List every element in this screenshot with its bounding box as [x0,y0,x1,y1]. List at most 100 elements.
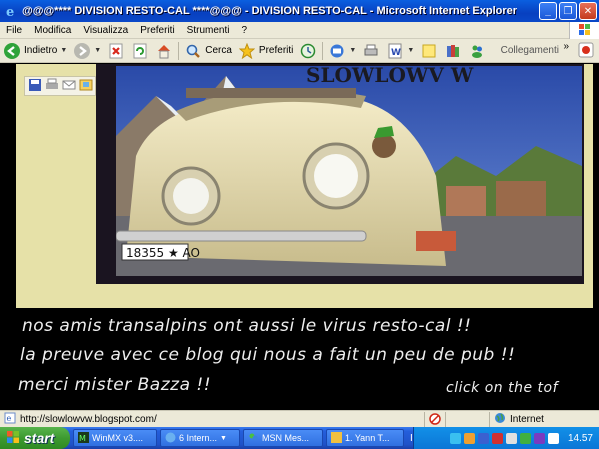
caption-line-1: nos amis transalpins ont aussi le virus … [22,316,472,336]
discuss-button[interactable] [417,40,441,62]
image-toolbar [24,76,96,96]
menu-visualizza[interactable]: Visualizza [77,25,134,36]
left-side-panel [16,64,96,308]
tray-green-icon[interactable] [519,432,531,444]
svg-text:e: e [6,5,14,18]
edit-dropdown-icon[interactable]: ▼ [407,47,414,54]
taskbar-item-winmx[interactable]: M WinMX v3.... [73,429,157,447]
maximize-button[interactable]: ❐ [559,2,577,20]
svg-text:e: e [7,414,12,423]
my-pictures-icon[interactable] [79,78,93,95]
media-icon [331,431,342,445]
back-arrow-icon [3,42,21,60]
caption-line-2: la preuve avec ce blog qui nous a fait u… [20,345,516,365]
menu-strumenti[interactable]: Strumenti [181,25,236,36]
winmx-icon: M [78,431,89,445]
menu-help[interactable]: ? [235,25,253,36]
back-button[interactable]: Indietro ▼ [0,40,70,62]
svg-text:W: W [391,48,401,58]
tray-app-icon[interactable] [463,432,475,444]
home-button[interactable] [152,40,176,62]
taskbar-item-msn[interactable]: MSN Mes... [243,429,323,447]
close-button[interactable]: ✕ [579,2,597,20]
messenger-shortcut-icon[interactable] [577,41,595,59]
books-icon [444,42,462,60]
search-icon [184,42,202,60]
stop-icon [107,42,125,60]
click-on-photo-link[interactable]: click on the tof [446,380,558,396]
taskbar: start M WinMX v3.... 6 Intern... ▼ MSN M… [0,427,599,449]
printer-icon [362,42,380,60]
print-image-icon[interactable] [45,78,59,95]
title-bar: e @@@**** DIVISION RESTO-CAL ****@@@ - D… [0,0,599,22]
links-chevron-icon[interactable]: » [563,41,569,52]
favorites-button[interactable]: Preferiti [235,40,296,62]
status-url-text: http://slowlowvw.blogspot.com/ [20,413,157,425]
mail-button[interactable]: ▼ [325,40,359,62]
history-icon [299,42,317,60]
edit-button[interactable]: W ▼ [383,40,417,62]
popup-blocker-icon[interactable] [424,411,445,427]
forward-button[interactable]: ▼ [70,40,104,62]
system-tray: 14.57 [413,427,599,449]
tray-white-icon[interactable] [547,432,559,444]
tray-antivirus-icon[interactable] [491,432,503,444]
banner-text: SLOWLOWV W [306,66,474,87]
email-image-icon[interactable] [62,78,76,95]
forward-dropdown-icon[interactable]: ▼ [94,47,101,54]
menu-preferiti[interactable]: Preferiti [134,25,180,36]
back-dropdown-icon[interactable]: ▼ [60,47,67,54]
security-zone-label: Internet [510,413,544,425]
page-content: 18355 ★ AO SLOWLOWV W nos amis transalpi… [0,64,599,410]
start-label: start [24,430,55,446]
status-bar: e http://slowlowvw.blogspot.com/ Interne… [0,410,599,427]
research-button[interactable] [441,40,465,62]
links-label[interactable]: Collegamenti [501,45,559,56]
group-dropdown-icon: ▼ [220,434,227,442]
taskbar-item-label: MSN Mes... [262,433,310,443]
right-side-panel [583,64,593,308]
standard-toolbar: Indietro ▼ ▼ Cerca Preferiti ▼ W ▼ Colle… [0,39,599,63]
taskbar-item-label: 1. Yann T... [345,433,390,443]
security-zone: Internet [489,411,599,427]
note-icon [420,42,438,60]
messenger-button[interactable] [465,40,489,62]
search-label: Cerca [205,45,232,56]
msn-icon [248,432,259,445]
ie-logo-icon: e [4,3,20,19]
caption-line-3: merci mister Bazza !! [18,375,212,395]
taskbar-item-yann[interactable]: 1. Yann T... [326,429,404,447]
windows-logo-icon [6,430,20,447]
menu-file[interactable]: File [0,25,28,36]
mail-icon [328,42,346,60]
star-icon [238,42,256,60]
save-image-icon[interactable] [28,78,42,95]
refresh-icon [131,42,149,60]
tray-messenger-icon[interactable] [477,432,489,444]
minimize-button[interactable]: _ [539,2,557,20]
refresh-button[interactable] [128,40,152,62]
favorites-label: Preferiti [258,45,294,56]
history-button[interactable] [296,40,320,62]
taskbar-item-label: WinMX v3.... [92,433,144,443]
tray-purple-icon[interactable] [533,432,545,444]
tray-network-icon[interactable] [449,432,461,444]
print-button[interactable] [359,40,383,62]
menu-bar: File Modifica Visualizza Preferiti Strum… [0,22,599,39]
start-button[interactable]: start [0,427,70,449]
page-icon: e [4,412,16,427]
home-icon [155,42,173,60]
status-url: e http://slowlowvw.blogspot.com/ [4,412,424,427]
beetle-photo[interactable]: 18355 ★ AO SLOWLOWV W [116,66,582,276]
tray-volume-icon[interactable] [505,432,517,444]
license-plate-text: 18355 ★ AO [126,246,200,260]
status-empty-cell [445,411,469,427]
clock[interactable]: 14.57 [568,433,593,444]
internet-globe-icon [494,412,506,427]
taskbar-item-label: 6 Intern... [179,433,218,443]
menu-modifica[interactable]: Modifica [28,25,77,36]
search-button[interactable]: Cerca [181,40,235,62]
stop-button[interactable] [104,40,128,62]
taskbar-item-internet-explorer[interactable]: 6 Intern... ▼ [160,429,240,447]
mail-dropdown-icon[interactable]: ▼ [349,47,356,54]
